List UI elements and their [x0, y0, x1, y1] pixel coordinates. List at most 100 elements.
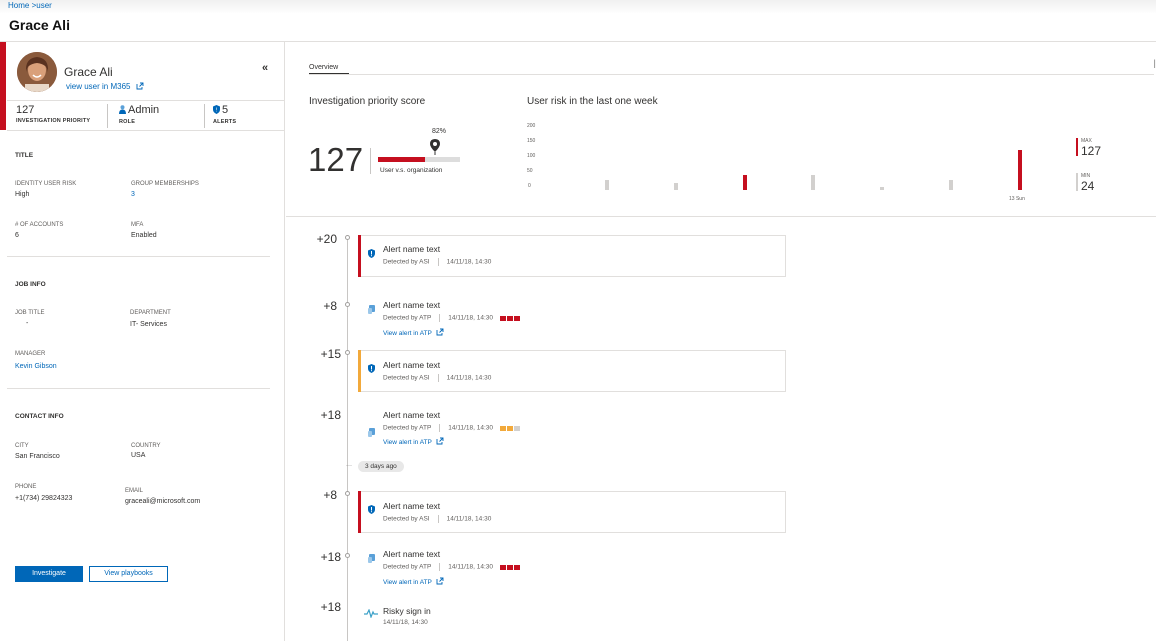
alert-meta: Detected by ATP 14/11/18, 14:30 — [383, 314, 493, 322]
view-in-m365-label: view user in M365 — [66, 82, 131, 91]
priority-heading: Investigation priority score — [309, 96, 426, 107]
x-tick-label: 13 Sun — [1009, 196, 1025, 202]
email-label: EMAIL — [125, 488, 144, 494]
investigate-button[interactable]: Investigate — [15, 566, 83, 582]
alert-source: Detected by ATP — [383, 424, 432, 432]
priority-bar-fill — [378, 157, 426, 162]
stats-top-divider — [7, 100, 285, 101]
alert-title: Alert name text — [383, 501, 441, 511]
section-job-info: JOB INFO — [15, 281, 46, 288]
days-ago-badge: 3 days ago — [358, 461, 404, 472]
alert-title: Alert name text — [383, 244, 441, 254]
city-value: San Francisco — [15, 453, 60, 460]
y-tick-label: 150 — [527, 138, 536, 144]
chart-bar — [949, 180, 953, 190]
alert-time: 14/11/18, 14:30 — [448, 314, 493, 322]
stat-role-value: Admin — [128, 104, 160, 116]
collapse-panel-button[interactable]: « — [262, 62, 268, 74]
priority-accent-bar — [0, 42, 6, 130]
chart-title: User risk in the last one week — [527, 96, 658, 107]
alert-title: Alert name text — [383, 300, 441, 310]
mfa-label: MFA — [131, 222, 144, 228]
chart-bar — [880, 186, 885, 190]
group-memberships-link[interactable]: 3 — [131, 191, 135, 198]
manager-link[interactable]: Kevin Gibson — [15, 363, 57, 370]
accounts-label: # OF ACCOUNTS — [15, 222, 64, 228]
shield-icon — [368, 360, 375, 378]
stat-priority-value: 127 — [16, 104, 35, 116]
section-divider — [7, 256, 270, 257]
legend-max-value: 127 — [1081, 144, 1102, 158]
country-value: USA — [131, 452, 146, 459]
stat-divider — [204, 104, 205, 128]
event-score: +18 — [320, 600, 341, 614]
stat-priority-label: INVESTIGATION PRIORITY — [16, 118, 91, 124]
severity-stripe — [358, 350, 361, 392]
group-memberships-label: GROUP MEMBERSHIPS — [131, 181, 199, 187]
email-value: graceali@microsoft.com — [125, 498, 201, 505]
chart-bar — [673, 182, 678, 190]
stat-alerts-label: ALERTS — [213, 119, 237, 125]
alert-source: Detected by ASI — [383, 374, 430, 382]
view-alert-in-atp-link[interactable]: View alert in ATP — [383, 577, 444, 587]
chart-bar — [811, 174, 816, 190]
external-link-icon — [436, 577, 444, 587]
event-score: +8 — [323, 488, 337, 502]
external-link-icon — [436, 328, 444, 338]
y-tick-label: 50 — [527, 168, 533, 174]
alert-meta: Detected by ATP 14/11/18, 14:30 — [383, 424, 493, 432]
stat-role: Admin ROLE — [119, 104, 159, 125]
external-link-icon — [136, 82, 144, 92]
alert-time: 14/11/18, 14:30 — [446, 374, 492, 382]
view-alert-label: View alert in ATP — [383, 579, 432, 586]
mfa-value: Enabled — [131, 232, 157, 239]
breadcrumb-current[interactable]: user — [36, 1, 52, 10]
accounts-value: 6 — [15, 232, 19, 239]
alert-meta: Detected by ATP 14/11/18, 14:30 — [383, 563, 493, 571]
alert-meta: Detected by ASI 14/11/18, 14:30 — [383, 515, 491, 523]
alert-card[interactable] — [358, 235, 786, 277]
phone-label: PHONE — [15, 484, 37, 490]
event-score: +18 — [320, 408, 341, 422]
severity-block — [500, 316, 506, 321]
alert-card[interactable] — [358, 491, 786, 533]
chart-bar — [1017, 150, 1022, 190]
view-alert-label: View alert in ATP — [383, 439, 432, 446]
y-tick-label: 0 — [528, 183, 531, 189]
severity-block — [500, 426, 506, 431]
view-in-m365-link[interactable]: view user in M365 — [66, 82, 144, 92]
priority-caption: User v.s. organization — [380, 167, 443, 174]
phone-value: +1(734) 29824323 — [15, 495, 73, 502]
chart-bar — [742, 174, 747, 190]
svg-text:!: ! — [215, 108, 217, 114]
tabs-divider — [309, 74, 1154, 75]
view-alert-in-atp-link[interactable]: View alert in ATP — [383, 437, 444, 447]
alert-source: Detected by ATP — [383, 563, 432, 571]
tab-overview[interactable]: Overview — [309, 64, 338, 73]
breadcrumb-home[interactable]: Home — [8, 1, 29, 10]
country-label: COUNTRY — [131, 443, 161, 449]
shield-icon: ! — [213, 105, 220, 117]
identity-user-risk-value: High — [15, 191, 30, 198]
stat-investigation-priority: 127 INVESTIGATION PRIORITY — [16, 104, 90, 124]
alert-source: Detected by ASI — [383, 515, 430, 523]
alert-title: Alert name text — [383, 410, 441, 420]
severity-block — [507, 565, 513, 570]
stats-bottom-divider — [7, 130, 285, 131]
y-tick-label: 200 — [527, 123, 536, 129]
view-playbooks-button[interactable]: View playbooks — [89, 566, 168, 582]
alert-meta: Detected by ASI 14/11/18, 14:30 — [383, 374, 491, 382]
alert-title: Alert name text — [383, 549, 441, 559]
view-alert-in-atp-link[interactable]: View alert in ATP — [383, 328, 444, 338]
alert-title: Alert name text — [383, 360, 441, 370]
alert-source: Detected by ATP — [383, 314, 432, 322]
priority-percent: 82% — [432, 128, 447, 135]
user-name: Grace Ali — [64, 65, 113, 79]
timeline-node — [345, 491, 350, 496]
alert-card[interactable] — [358, 350, 786, 392]
risky-signin-time: 14/11/18, 14:30 — [383, 619, 428, 626]
legend-max-marker — [1076, 138, 1078, 156]
admin-user-icon — [119, 105, 126, 117]
severity-stripe — [358, 491, 361, 533]
section-contact-info: CONTACT INFO — [15, 413, 64, 420]
